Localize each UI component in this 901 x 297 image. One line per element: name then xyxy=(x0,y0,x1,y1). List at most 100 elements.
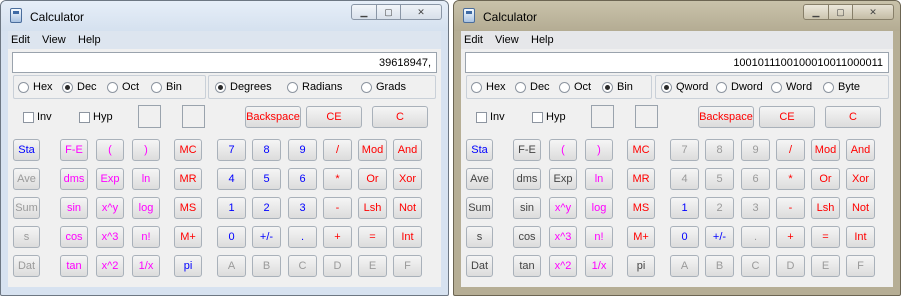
radio-hex[interactable]: Hex xyxy=(471,81,506,93)
key-1-button[interactable]: 1 xyxy=(670,197,699,219)
key-exp-button[interactable]: Exp xyxy=(549,168,577,190)
key-f-e-button[interactable]: F-E xyxy=(60,139,88,161)
key-dat-button[interactable]: Dat xyxy=(13,255,40,277)
key-5-button[interactable]: 5 xyxy=(252,168,281,190)
key-2-button[interactable]: 2 xyxy=(252,197,281,219)
key-lsh-button[interactable]: Lsh xyxy=(358,197,387,219)
menu-view[interactable]: View xyxy=(42,34,66,46)
key-lsh-button[interactable]: Lsh xyxy=(811,197,840,219)
clear-entry-button[interactable]: CE xyxy=(306,106,362,128)
memory-ms-button[interactable]: MS xyxy=(174,197,202,219)
key-dms-button[interactable]: dms xyxy=(60,168,88,190)
menu-view[interactable]: View xyxy=(495,34,519,46)
key-sta-button[interactable]: Sta xyxy=(466,139,493,161)
key-not-button[interactable]: Not xyxy=(846,197,875,219)
radio-hex[interactable]: Hex xyxy=(18,81,53,93)
key-sta-button[interactable]: Sta xyxy=(13,139,40,161)
key-divide-button[interactable]: / xyxy=(776,139,805,161)
key-c-button[interactable]: C xyxy=(741,255,770,277)
key-ave-button[interactable]: Ave xyxy=(466,168,493,190)
key-cos-button[interactable]: cos xyxy=(60,226,88,248)
checkbox-inv[interactable]: Inv xyxy=(23,111,52,123)
clear-entry-button[interactable]: CE xyxy=(759,106,815,128)
key-factorial-button[interactable]: n! xyxy=(585,226,613,248)
memory-mr-button[interactable]: MR xyxy=(174,168,202,190)
key-reciprocal-button[interactable]: 1/x xyxy=(585,255,613,277)
key-negate-button[interactable]: +/- xyxy=(705,226,734,248)
title-bar[interactable]: Calculator ▁ ▢ ✕ xyxy=(1,1,448,31)
key-equals-button[interactable]: = xyxy=(811,226,840,248)
key-ln-button[interactable]: ln xyxy=(132,168,160,190)
menu-edit[interactable]: Edit xyxy=(11,34,30,46)
key-equals-button[interactable]: = xyxy=(358,226,387,248)
key-9-button[interactable]: 9 xyxy=(741,139,770,161)
key-1-button[interactable]: 1 xyxy=(217,197,246,219)
key-d-button[interactable]: D xyxy=(323,255,352,277)
key-c-button[interactable]: C xyxy=(288,255,317,277)
key-close-paren-button[interactable]: ) xyxy=(132,139,160,161)
memory-mc-button[interactable]: MC xyxy=(174,139,202,161)
radio-dword[interactable]: Dword xyxy=(716,81,763,93)
radio-bin[interactable]: Bin xyxy=(602,81,633,93)
key-sum-button[interactable]: Sum xyxy=(13,197,40,219)
key-tan-button[interactable]: tan xyxy=(60,255,88,277)
close-button[interactable]: ✕ xyxy=(853,4,894,20)
key-log-button[interactable]: log xyxy=(585,197,613,219)
key-and-button[interactable]: And xyxy=(846,139,875,161)
key-xor-button[interactable]: Xor xyxy=(846,168,875,190)
key-divide-button[interactable]: / xyxy=(323,139,352,161)
key-negate-button[interactable]: +/- xyxy=(252,226,281,248)
key-pi-button[interactable]: pi xyxy=(627,255,655,277)
maximize-button[interactable]: ▢ xyxy=(829,4,853,20)
key-or-button[interactable]: Or xyxy=(811,168,840,190)
radio-grads[interactable]: Grads xyxy=(361,81,406,93)
key-e-button[interactable]: E xyxy=(358,255,387,277)
key-reciprocal-button[interactable]: 1/x xyxy=(132,255,160,277)
radio-oct[interactable]: Oct xyxy=(559,81,591,93)
radio-dec[interactable]: Dec xyxy=(62,81,97,93)
key-decimal-button[interactable]: . xyxy=(741,226,770,248)
radio-oct[interactable]: Oct xyxy=(107,81,139,93)
key-sin-button[interactable]: sin xyxy=(60,197,88,219)
key-exp-button[interactable]: Exp xyxy=(96,168,124,190)
key-xor-button[interactable]: Xor xyxy=(393,168,422,190)
radio-radians[interactable]: Radians xyxy=(287,81,342,93)
key-int-button[interactable]: Int xyxy=(846,226,875,248)
key-close-paren-button[interactable]: ) xyxy=(585,139,613,161)
key-minus-button[interactable]: - xyxy=(323,197,352,219)
menu-edit[interactable]: Edit xyxy=(464,34,483,46)
key-6-button[interactable]: 6 xyxy=(288,168,317,190)
key-power-button[interactable]: x^y xyxy=(96,197,124,219)
key-square-button[interactable]: x^2 xyxy=(549,255,577,277)
minimize-button[interactable]: ▁ xyxy=(803,4,829,20)
key-multiply-button[interactable]: * xyxy=(776,168,805,190)
key-f-button[interactable]: F xyxy=(393,255,422,277)
key-7-button[interactable]: 7 xyxy=(217,139,246,161)
key-factorial-button[interactable]: n! xyxy=(132,226,160,248)
key-f-button[interactable]: F xyxy=(846,255,875,277)
close-button[interactable]: ✕ xyxy=(401,4,442,20)
radio-word[interactable]: Word xyxy=(771,81,812,93)
key-b-button[interactable]: B xyxy=(705,255,734,277)
key-a-button[interactable]: A xyxy=(670,255,699,277)
menu-help[interactable]: Help xyxy=(531,34,554,46)
key-mod-button[interactable]: Mod xyxy=(811,139,840,161)
checkbox-hyp[interactable]: Hyp xyxy=(532,111,566,123)
radio-byte[interactable]: Byte xyxy=(823,81,860,93)
key-dms-button[interactable]: dms xyxy=(513,168,541,190)
clear-button[interactable]: C xyxy=(372,106,428,128)
key-d-button[interactable]: D xyxy=(776,255,805,277)
key-open-paren-button[interactable]: ( xyxy=(549,139,577,161)
memory-m--button[interactable]: M+ xyxy=(174,226,202,248)
key-2-button[interactable]: 2 xyxy=(705,197,734,219)
key-sum-button[interactable]: Sum xyxy=(466,197,493,219)
key-3-button[interactable]: 3 xyxy=(288,197,317,219)
radio-bin[interactable]: Bin xyxy=(151,81,182,93)
key-7-button[interactable]: 7 xyxy=(670,139,699,161)
checkbox-hyp[interactable]: Hyp xyxy=(79,111,113,123)
menu-help[interactable]: Help xyxy=(78,34,101,46)
key-8-button[interactable]: 8 xyxy=(705,139,734,161)
key-decimal-button[interactable]: . xyxy=(288,226,317,248)
key-9-button[interactable]: 9 xyxy=(288,139,317,161)
key-e-button[interactable]: E xyxy=(811,255,840,277)
